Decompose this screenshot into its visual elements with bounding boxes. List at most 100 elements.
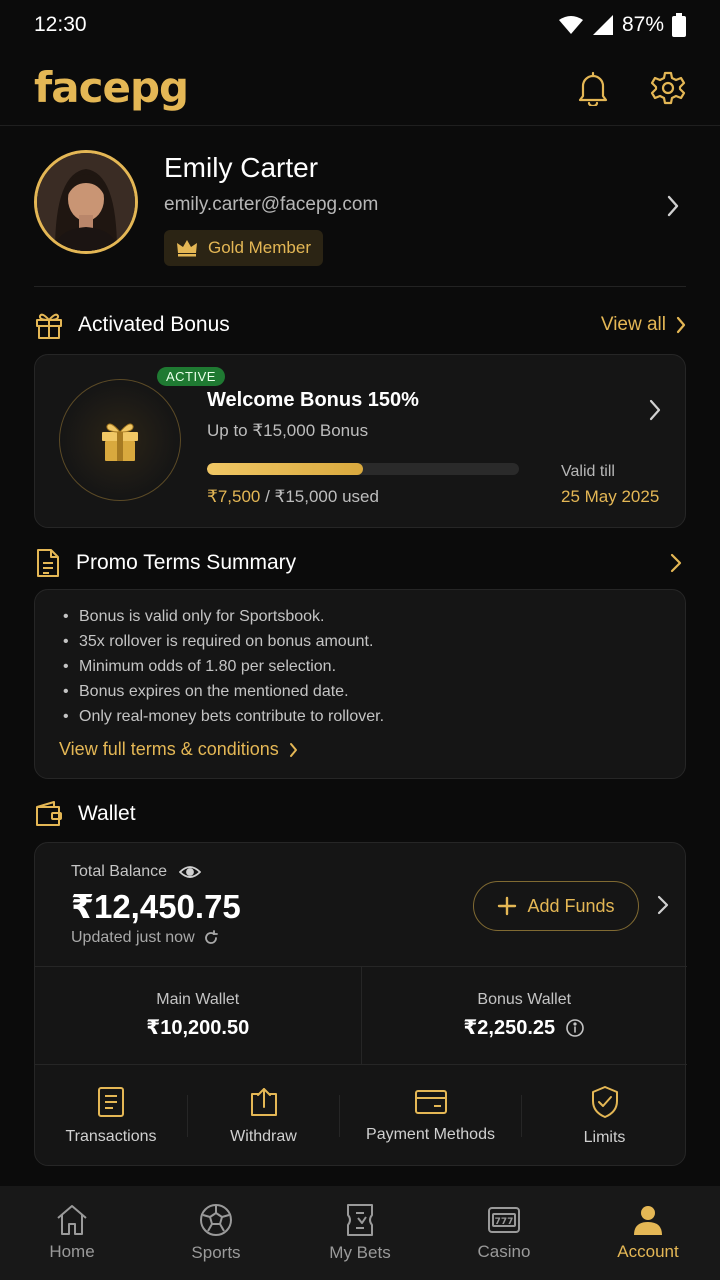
bonus-wallet-label: Bonus Wallet <box>477 991 572 1008</box>
valid-till-date: 25 May 2025 <box>561 487 660 506</box>
chevron-right-icon[interactable] <box>666 194 680 218</box>
status-time: 12:30 <box>34 13 87 36</box>
bonus-card[interactable]: ACTIVE Welcome Bonus 150% Up to ₹15,000 … <box>34 354 686 528</box>
nav-sports[interactable]: Sports <box>156 1203 276 1263</box>
wallet-card: Total Balance ₹12,450.75 Updated just no… <box>34 842 687 1167</box>
wallet-icon <box>36 801 62 826</box>
nav-sports-label: Sports <box>191 1243 241 1262</box>
withdraw-label: Withdraw <box>230 1128 297 1145</box>
eye-icon[interactable] <box>179 865 202 879</box>
limits-label: Limits <box>583 1129 626 1146</box>
add-funds-label: Add Funds <box>527 895 615 916</box>
nav-my-bets[interactable]: My Bets <box>300 1203 420 1263</box>
chevron-right-icon[interactable] <box>670 553 682 573</box>
promo-terms-card: Bonus is valid only for Sportsbook. 35x … <box>34 589 686 779</box>
gear-icon[interactable] <box>650 70 686 106</box>
plus-icon <box>498 896 517 916</box>
app-logo[interactable]: facepg <box>34 63 189 112</box>
full-terms-label: View full terms & conditions <box>59 739 279 759</box>
gift-icon <box>36 313 62 339</box>
limits-button[interactable]: Limits <box>521 1065 687 1167</box>
terms-item: Bonus is valid only for Sportsbook. <box>59 604 661 629</box>
home-icon <box>57 1205 87 1235</box>
profile-card[interactable]: Emily Carter emily.carter@facepg.com Gol… <box>34 150 686 286</box>
bonus-wallet[interactable]: Bonus Wallet ₹2,250.25 <box>360 967 688 1064</box>
wallet-breakdown: Main Wallet ₹10,200.50 Bonus Wallet ₹2,2… <box>35 967 687 1065</box>
nav-account[interactable]: Account <box>588 1204 708 1262</box>
upload-icon <box>250 1088 277 1116</box>
avatar <box>34 150 138 254</box>
main-wallet[interactable]: Main Wallet ₹10,200.50 <box>35 967 361 1064</box>
gift-box-icon <box>102 423 138 461</box>
bonus-progress-bar <box>207 463 519 475</box>
full-terms-link[interactable]: View full terms & conditions <box>59 739 661 760</box>
chevron-right-icon[interactable] <box>657 895 669 915</box>
wallet-header: Wallet <box>34 800 686 828</box>
balance-updated-label: Updated just now <box>71 929 195 946</box>
bonus-wallet-value-row: ₹2,250.25 <box>463 1015 585 1040</box>
wifi-icon <box>558 16 583 34</box>
view-all-link[interactable]: View all <box>601 314 686 336</box>
signal-icon <box>592 15 613 35</box>
chevron-right-icon <box>676 316 686 334</box>
shield-check-icon <box>591 1086 618 1118</box>
active-status-badge: ACTIVE <box>157 367 225 386</box>
main-wallet-label: Main Wallet <box>156 991 240 1008</box>
nav-casino[interactable]: 777 Casino <box>444 1204 564 1262</box>
nav-account-label: Account <box>617 1242 679 1261</box>
wallet-balance-area: Total Balance ₹12,450.75 Updated just no… <box>35 843 687 967</box>
balance-updated-row: Updated just now <box>71 929 219 947</box>
payment-methods-label: Payment Methods <box>366 1126 495 1143</box>
total-balance-label-row: Total Balance <box>71 863 202 881</box>
bell-icon[interactable] <box>576 70 610 106</box>
credit-card-icon <box>414 1090 447 1114</box>
bonus-wallet-value: ₹2,250.25 <box>463 1017 556 1039</box>
nav-home[interactable]: Home <box>12 1204 132 1262</box>
profile-name: Emily Carter <box>164 152 319 183</box>
bonus-title: Welcome Bonus 150% <box>207 389 419 411</box>
bonus-used-amount: ₹7,500 <box>207 487 261 506</box>
bonus-progress-fill <box>207 463 363 475</box>
transactions-button[interactable]: Transactions <box>35 1065 187 1167</box>
payment-methods-button[interactable]: Payment Methods <box>339 1065 521 1167</box>
section-title: Activated Bonus <box>78 313 230 336</box>
bottom-nav: Home Sports My Bets 777 Casino Account <box>0 1186 720 1280</box>
ticket-icon <box>347 1204 373 1236</box>
main-wallet-value: ₹10,200.50 <box>146 1017 250 1039</box>
terms-item: Minimum odds of 1.80 per selection. <box>59 654 661 679</box>
promo-terms-header[interactable]: Promo Terms Summary <box>34 548 686 578</box>
membership-badge: Gold Member <box>164 230 323 266</box>
valid-till-label: Valid till <box>561 463 615 480</box>
soccer-ball-icon <box>200 1204 232 1236</box>
total-balance-value: ₹12,450.75 <box>71 888 241 925</box>
document-icon <box>37 549 59 577</box>
nav-home-label: Home <box>49 1242 95 1261</box>
nav-my-bets-label: My Bets <box>329 1243 391 1262</box>
terms-item: Only real-money bets contribute to rollo… <box>59 704 661 729</box>
nav-casino-label: Casino <box>477 1242 531 1261</box>
svg-text:777: 777 <box>495 1217 514 1227</box>
chevron-right-icon[interactable] <box>649 399 661 421</box>
membership-label: Gold Member <box>208 238 311 257</box>
terms-item: Bonus expires on the mentioned date. <box>59 679 661 704</box>
status-bar: 12:30 87% <box>0 0 720 50</box>
bonus-subtitle: Up to ₹15,000 Bonus <box>207 421 369 440</box>
refresh-icon[interactable] <box>203 930 219 946</box>
terms-list: Bonus is valid only for Sportsbook. 35x … <box>59 604 661 729</box>
user-icon <box>634 1206 662 1235</box>
divider <box>34 286 686 287</box>
transactions-label: Transactions <box>65 1128 157 1145</box>
terms-item: 35x rollover is required on bonus amount… <box>59 629 661 654</box>
total-balance-label: Total Balance <box>71 863 168 880</box>
add-funds-button[interactable]: Add Funds <box>473 881 639 931</box>
bonus-gift-illustration <box>59 379 181 501</box>
withdraw-button[interactable]: Withdraw <box>187 1065 339 1167</box>
battery-icon <box>672 13 686 37</box>
activated-bonus-header: Activated Bonus View all <box>34 310 686 340</box>
view-all-label: View all <box>600 314 666 335</box>
info-icon[interactable] <box>565 1018 585 1038</box>
transactions-icon <box>98 1087 124 1117</box>
profile-email: emily.carter@facepg.com <box>164 194 379 215</box>
crown-icon <box>177 240 197 257</box>
wallet-actions: Transactions Withdraw Payment Methods Li… <box>35 1065 687 1167</box>
